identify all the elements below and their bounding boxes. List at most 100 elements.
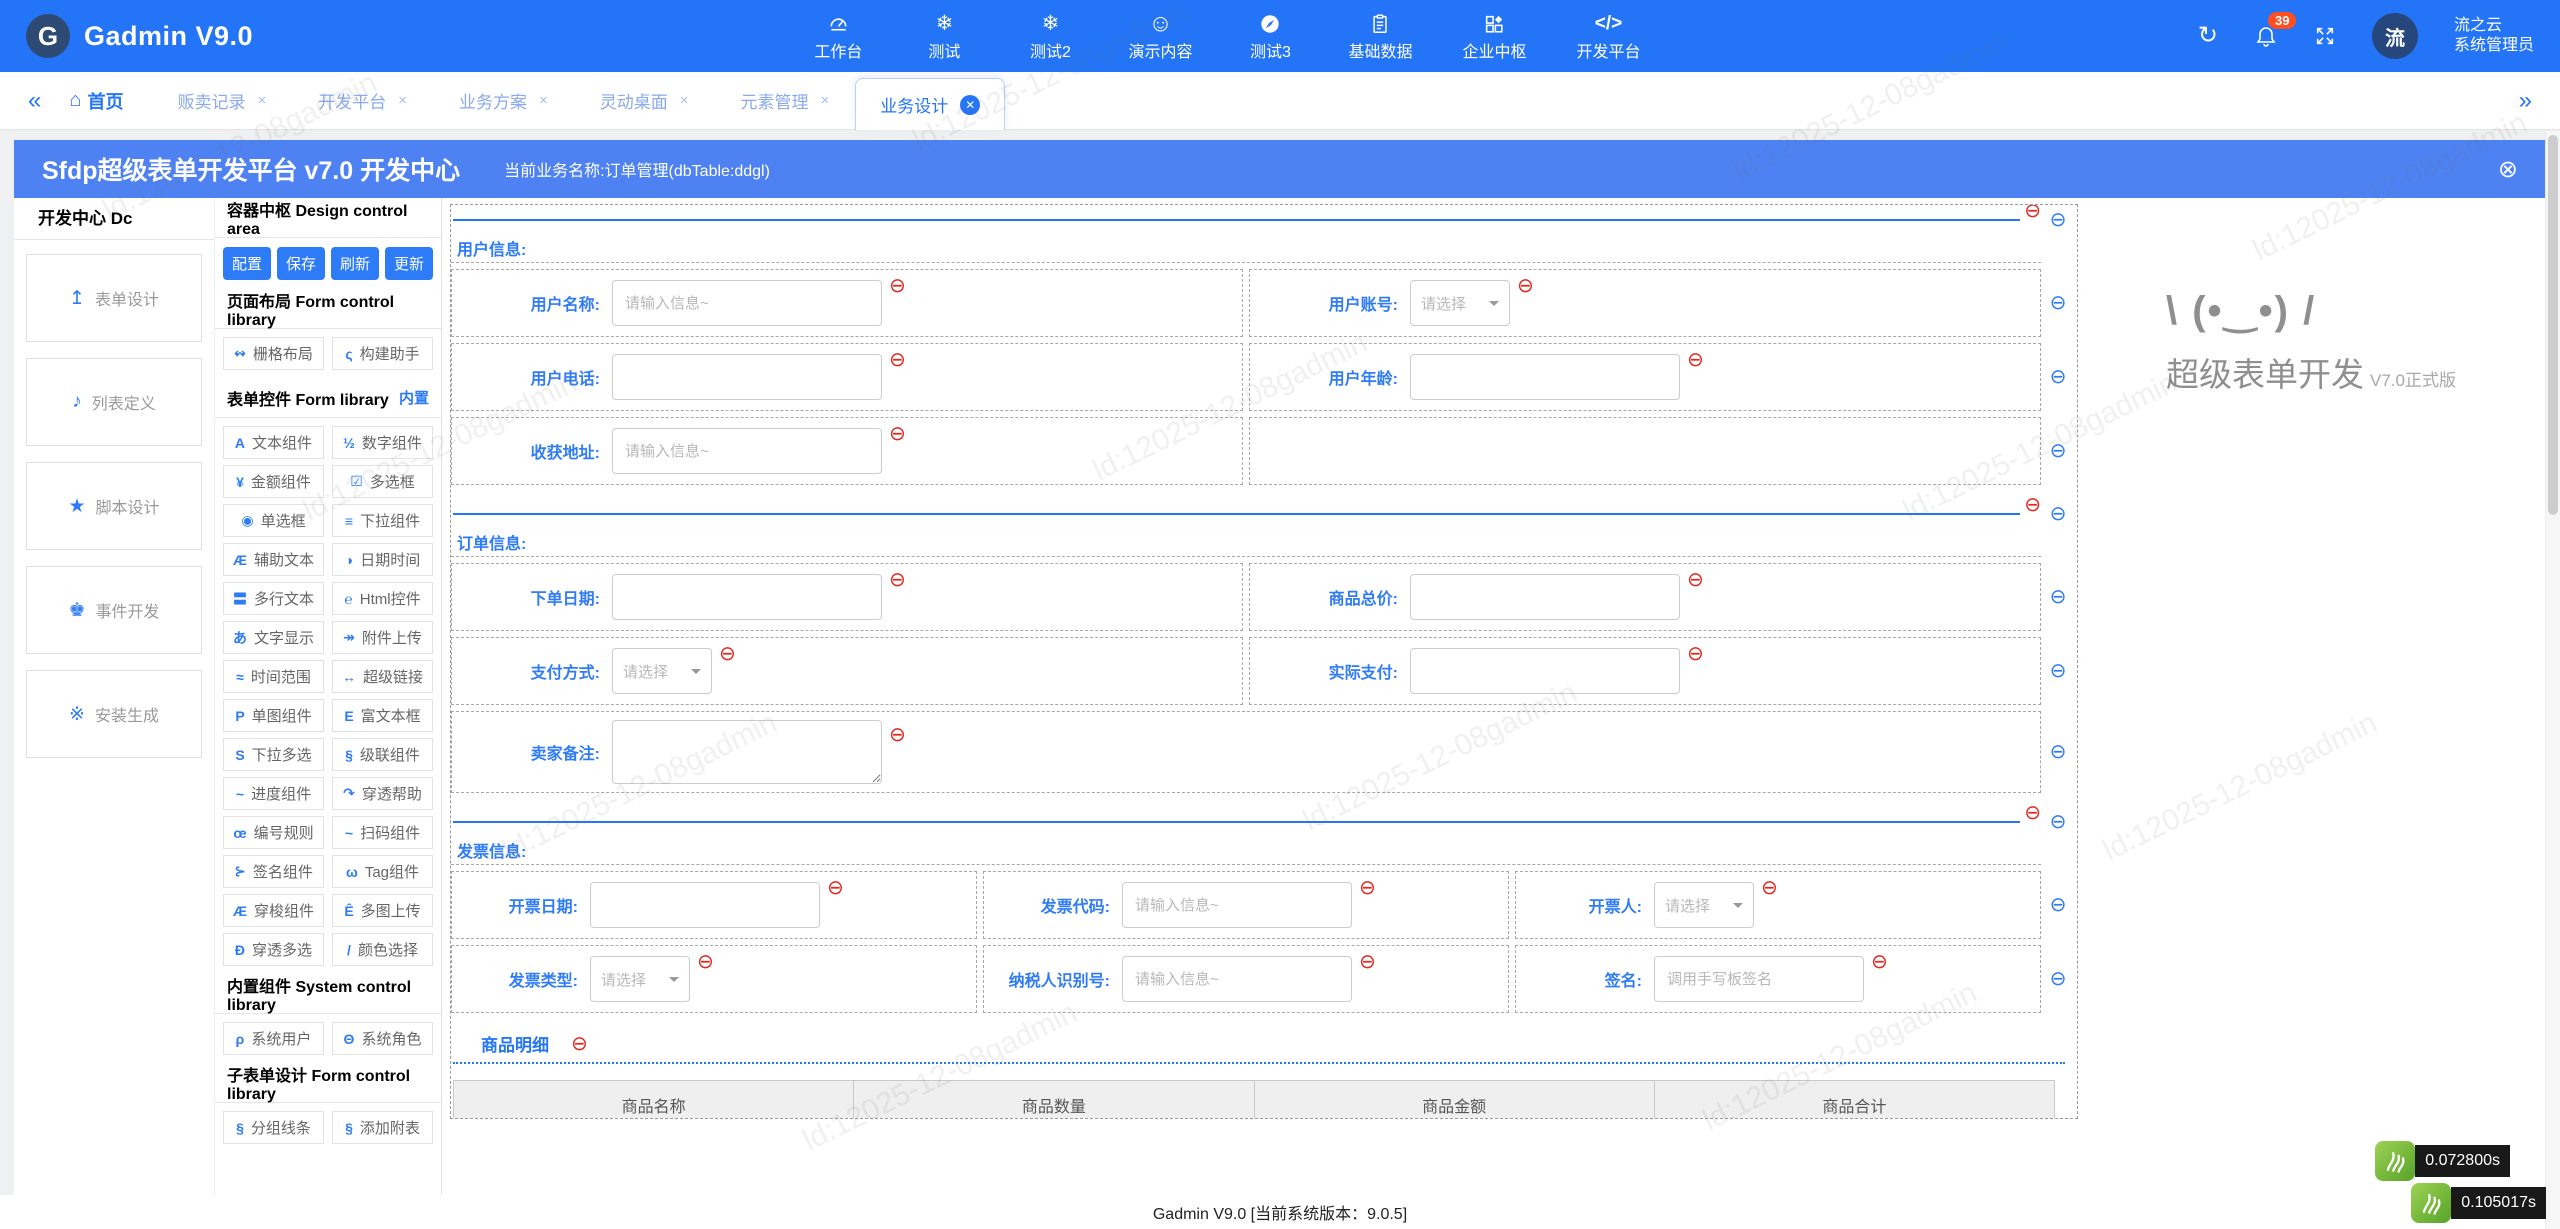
- remove-row-icon[interactable]: ⊖: [2050, 210, 2067, 230]
- menu-item-workbench[interactable]: 工作台: [810, 11, 866, 62]
- remove-field-icon[interactable]: ⊖: [889, 276, 906, 296]
- remove-field-icon[interactable]: ⊖: [1871, 952, 1888, 972]
- menu-item-enterprise[interactable]: 企业中枢: [1462, 11, 1526, 62]
- devcenter-item[interactable]: ↥ 表单设计: [26, 254, 202, 342]
- invoicecode-input[interactable]: [1122, 882, 1352, 928]
- form-control-item[interactable]: S 下拉多选: [223, 738, 324, 771]
- remove-row-icon[interactable]: ⊖: [2050, 504, 2067, 524]
- form-control-item[interactable]: A 文本组件: [223, 426, 324, 459]
- tab-item[interactable]: 业务方案 ×: [433, 72, 574, 129]
- field-signature[interactable]: 签名: ⊖: [1515, 945, 2041, 1013]
- form-control-item[interactable]: Ê 多图上传: [332, 894, 433, 927]
- system-control-item[interactable]: Θ 系统角色: [332, 1022, 433, 1055]
- field-orderdate[interactable]: 下单日期: ⊖: [451, 563, 1243, 631]
- field-invoicer[interactable]: 开票人: 请选择 ⊖: [1515, 871, 2041, 939]
- user-info[interactable]: 流之云 系统管理员: [2454, 16, 2534, 56]
- toolbar-button[interactable]: 刷新: [331, 247, 379, 280]
- signature-input[interactable]: [1654, 956, 1864, 1002]
- remove-field-icon[interactable]: ⊖: [889, 570, 906, 590]
- vertical-scrollbar[interactable]: [2545, 131, 2560, 1229]
- toolbar-button[interactable]: 更新: [385, 247, 433, 280]
- remove-row-icon[interactable]: ⊖: [2050, 293, 2067, 313]
- field-phone[interactable]: 用户电话: ⊖: [451, 343, 1243, 411]
- field-taxid[interactable]: 纳税人识别号: ⊖: [983, 945, 1509, 1013]
- tab-item-active[interactable]: 业务设计 ✕: [855, 78, 1006, 130]
- menu-item-test[interactable]: ❄ 测试: [916, 11, 972, 62]
- tab-close-icon[interactable]: ×: [821, 92, 830, 109]
- field-address[interactable]: 收获地址: ⊖: [451, 417, 1243, 485]
- fullscreen-icon[interactable]: [2314, 25, 2336, 47]
- remove-row-icon[interactable]: ⊖: [2050, 742, 2067, 762]
- refresh-icon[interactable]: ↻: [2198, 24, 2218, 48]
- form-control-item[interactable]: Ð 穿透多选: [223, 933, 324, 966]
- form-control-item[interactable]: E 富文本框: [332, 699, 433, 732]
- tab-item[interactable]: 灵动桌面 ×: [574, 72, 715, 129]
- phone-input[interactable]: [612, 354, 882, 400]
- form-control-item[interactable]: ↔ 超级链接: [332, 660, 433, 693]
- age-input[interactable]: [1410, 354, 1680, 400]
- design-surface[interactable]: ⊖ ⊖ 用户信息: 用户名称: ⊖ 用户账号: 请选择 ⊖: [450, 204, 2078, 1119]
- notification-bell[interactable]: 39: [2254, 12, 2297, 48]
- remove-group-icon[interactable]: ⊖: [2024, 205, 2041, 221]
- toolbar-button[interactable]: 配置: [223, 247, 271, 280]
- field-age[interactable]: 用户年龄: ⊖: [1249, 343, 2041, 411]
- field-totalprice[interactable]: 商品总价: ⊖: [1249, 563, 2041, 631]
- account-select[interactable]: 请选择: [1410, 280, 1510, 326]
- remove-row-icon[interactable]: ⊖: [2050, 441, 2067, 461]
- menu-item-test3[interactable]: 测试3: [1242, 11, 1298, 62]
- orderdate-input[interactable]: [612, 574, 882, 620]
- form-control-item[interactable]: ≡ 下拉组件: [332, 504, 433, 537]
- invoicetype-select[interactable]: 请选择: [590, 956, 690, 1002]
- menu-item-test2[interactable]: ❄ 测试2: [1022, 11, 1078, 62]
- tab-close-icon[interactable]: ×: [539, 92, 548, 109]
- username-input[interactable]: [612, 280, 882, 326]
- form-control-item[interactable]: ↷ 穿透帮助: [332, 777, 433, 810]
- remove-field-icon[interactable]: ⊖: [1687, 350, 1704, 370]
- form-control-item[interactable]: ~ 进度组件: [223, 777, 324, 810]
- form-control-item[interactable]: ◑ 日期时间: [332, 543, 433, 576]
- devcenter-item[interactable]: ※ 安装生成: [26, 670, 202, 758]
- remove-group-icon[interactable]: ⊖: [2024, 803, 2041, 823]
- remove-field-icon[interactable]: ⊖: [889, 350, 906, 370]
- devcenter-item[interactable]: ♪ 列表定义: [26, 358, 202, 446]
- remove-field-icon[interactable]: ⊖: [697, 952, 714, 972]
- builtin-link[interactable]: 内置: [399, 387, 429, 408]
- form-control-item[interactable]: ≈ 时间范围: [223, 660, 324, 693]
- form-control-item[interactable]: / 颜色选择: [332, 933, 433, 966]
- devcenter-item[interactable]: ♚ 事件开发: [26, 566, 202, 654]
- form-control-item[interactable]: ☑ 多选框: [332, 465, 433, 498]
- layout-control-item[interactable]: ↭ 栅格布局: [223, 337, 324, 370]
- tab-close-icon[interactable]: ×: [398, 92, 407, 109]
- menu-item-demo[interactable]: ☺ 演示内容: [1128, 11, 1192, 62]
- devcenter-item[interactable]: ★ 脚本设计: [26, 462, 202, 550]
- form-control-item[interactable]: P 单图组件: [223, 699, 324, 732]
- form-control-item[interactable]: Æ 穿梭组件: [223, 894, 324, 927]
- sellernote-textarea[interactable]: [612, 720, 882, 784]
- tab-item[interactable]: 开发平台 ×: [292, 72, 433, 129]
- remove-field-icon[interactable]: ⊖: [719, 644, 736, 664]
- remove-field-icon[interactable]: ⊖: [827, 878, 844, 898]
- remove-row-icon[interactable]: ⊖: [2050, 661, 2067, 681]
- field-actualpay[interactable]: 实际支付: ⊖: [1249, 637, 2041, 705]
- payment-select[interactable]: 请选择: [612, 648, 712, 694]
- field-username[interactable]: 用户名称: ⊖: [451, 269, 1243, 337]
- invoicedate-input[interactable]: [590, 882, 820, 928]
- field-sellernote[interactable]: 卖家备注: ⊖: [451, 711, 2041, 793]
- user-avatar[interactable]: 流: [2371, 13, 2418, 59]
- remove-field-icon[interactable]: ⊖: [1517, 276, 1534, 296]
- scrollbar-thumb[interactable]: [2548, 135, 2558, 515]
- form-control-item[interactable]: § 级联组件: [332, 738, 433, 771]
- tab-home[interactable]: ⌂ 首页: [69, 88, 123, 114]
- form-control-item[interactable]: ω Tag组件: [332, 855, 433, 888]
- field-payment[interactable]: 支付方式: 请选择 ⊖: [451, 637, 1243, 705]
- taxid-input[interactable]: [1122, 956, 1352, 1002]
- field-invoicetype[interactable]: 发票类型: 请选择 ⊖: [451, 945, 977, 1013]
- subform-control-item[interactable]: § 添加附表: [332, 1111, 433, 1144]
- form-control-item[interactable]: ◉ 单选框: [223, 504, 324, 537]
- profiler-badge[interactable]: 0.105017s: [2411, 1183, 2546, 1223]
- tab-item[interactable]: 贩卖记录 ×: [151, 72, 292, 129]
- remove-row-icon[interactable]: ⊖: [2050, 587, 2067, 607]
- subform-control-item[interactable]: § 分组线条: [223, 1111, 324, 1144]
- field-invoicedate[interactable]: 开票日期: ⊖: [451, 871, 977, 939]
- form-control-item[interactable]: ¥ 金额组件: [223, 465, 324, 498]
